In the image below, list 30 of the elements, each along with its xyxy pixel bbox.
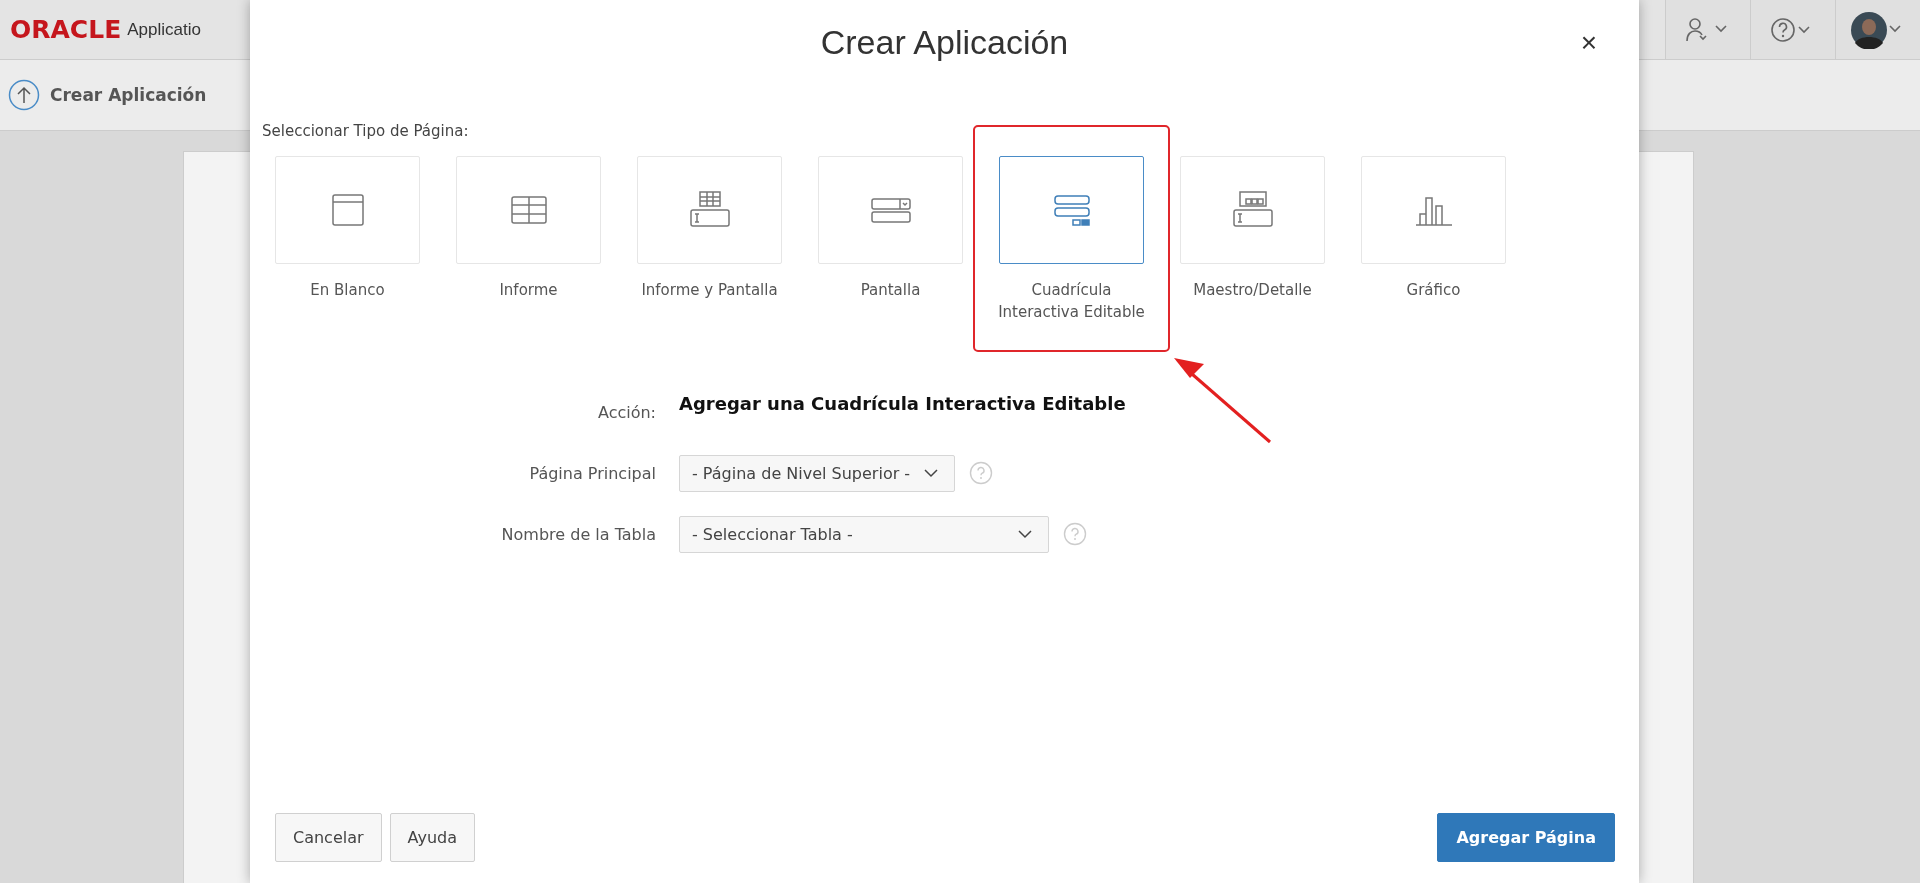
user-menu-button[interactable] — [1835, 0, 1920, 59]
field-label: Página Principal — [528, 463, 656, 483]
page-type-label: En Blanco — [309, 280, 386, 301]
field-label: Nombre de la Tabla — [500, 524, 656, 544]
dialog-title: Crear Aplicación — [820, 22, 1069, 62]
page-type-label: Pantalla — [859, 280, 922, 301]
action-text: Agregar una Cuadrícula Interactiva Editable — [679, 392, 1126, 414]
page-type-label: Informe — [498, 280, 559, 301]
page-type-label: Cuadrícula Interactiva Editable — [997, 280, 1146, 323]
page-type-tile[interactable] — [999, 156, 1144, 264]
dialog-button[interactable]: Cancelar — [275, 813, 382, 862]
select-field[interactable]: - Seleccionar Tabla - — [679, 515, 1049, 553]
user-admin-icon — [1686, 16, 1730, 43]
page-title: Crear Aplicación — [50, 85, 207, 105]
dialog-button[interactable]: Ayuda — [389, 813, 476, 862]
page-type-label: Gráfico — [1405, 280, 1462, 301]
chevron-down-icon — [1018, 529, 1032, 539]
close-button[interactable]: × — [1574, 26, 1603, 60]
product-name: Applicatio — [127, 19, 201, 40]
select-field[interactable]: - Página de Nivel Superior - — [679, 454, 955, 492]
oracle-logo: ORACLE — [10, 15, 122, 44]
help-icon[interactable] — [969, 461, 993, 485]
help-icon[interactable] — [1063, 522, 1087, 546]
chevron-down-icon — [924, 468, 938, 478]
field-label: Acción: — [596, 402, 656, 422]
page-type-label: Maestro/Detalle — [1192, 280, 1313, 301]
page-type-label: Informe y Pantalla — [640, 280, 779, 301]
primary-button[interactable]: Agregar Página — [1437, 813, 1615, 862]
admin-menu-button[interactable] — [1665, 0, 1750, 59]
section-label: Seleccionar Tipo de Página: — [262, 122, 470, 140]
